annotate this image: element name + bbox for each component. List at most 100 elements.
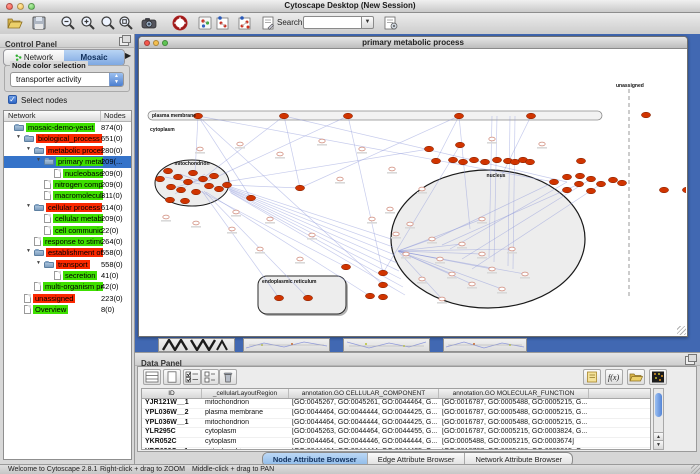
scrollbar-thumb[interactable] xyxy=(655,393,662,417)
tree-row[interactable]: ▼primary metabolic process209(... xyxy=(4,156,131,167)
network-node-small[interactable] xyxy=(459,242,465,246)
network-node-small[interactable] xyxy=(489,137,495,141)
network-node-small[interactable] xyxy=(163,215,169,219)
network-node-small[interactable] xyxy=(449,272,455,276)
open-file-icon[interactable] xyxy=(7,15,25,32)
tree-row-label[interactable]: multi-organism process xyxy=(43,282,103,291)
network-node[interactable] xyxy=(343,113,352,119)
network-node[interactable] xyxy=(562,174,571,180)
attribute-table-header[interactable]: ID_cellularLayoutRegionannotation.GO CEL… xyxy=(142,389,650,399)
create-attribute-icon[interactable] xyxy=(163,369,181,385)
network-node[interactable] xyxy=(575,173,584,179)
network-node-small[interactable] xyxy=(359,147,365,151)
vizmapper-icon[interactable] xyxy=(197,15,215,32)
network-node[interactable] xyxy=(176,187,185,193)
table-row[interactable]: YDR039C__1mitochondrion[GO:0044464, GO:0… xyxy=(142,448,650,450)
network-node[interactable] xyxy=(378,282,387,288)
network-node-small[interactable] xyxy=(489,267,495,271)
network-node[interactable] xyxy=(608,177,617,183)
save-session-icon[interactable] xyxy=(31,15,49,32)
network-node[interactable] xyxy=(222,182,231,188)
background-window-edge[interactable] xyxy=(443,338,527,352)
table-column-header[interactable]: ID xyxy=(142,389,202,398)
import-attributes-icon[interactable] xyxy=(627,369,645,385)
network-node[interactable] xyxy=(562,187,571,193)
tree-row-label[interactable]: transport xyxy=(56,260,90,269)
network-node[interactable] xyxy=(274,295,283,301)
network-node[interactable] xyxy=(525,159,534,165)
network-node[interactable] xyxy=(180,198,189,204)
tree-row[interactable]: response to stimulus264(0) xyxy=(4,236,131,247)
network-node[interactable] xyxy=(424,146,433,152)
tree-row[interactable]: multi-organism process42(0) xyxy=(4,281,131,292)
network-node[interactable] xyxy=(214,186,223,192)
tree-row-label[interactable]: cellular process xyxy=(46,203,102,212)
zoom-selected-region-icon[interactable] xyxy=(100,15,118,32)
network-node[interactable] xyxy=(365,293,374,299)
scroll-down-icon[interactable]: ▼ xyxy=(654,440,663,449)
tree-row[interactable]: nucleobase-containing compound209(0) xyxy=(4,168,131,179)
zoom-fit-icon[interactable] xyxy=(118,15,136,32)
network-node[interactable] xyxy=(204,183,213,189)
table-row[interactable]: YKR052Ccytoplasm[GO:0044464, GO:0044446,… xyxy=(142,438,650,448)
tree-row-label[interactable]: response to stimulus xyxy=(43,237,103,246)
network-node-small[interactable] xyxy=(509,247,515,251)
tree-row-label[interactable]: establishment of localization xyxy=(46,248,103,257)
tree-row[interactable]: ▼establishment of localization558(0) xyxy=(4,247,131,258)
network-node-small[interactable] xyxy=(539,142,545,146)
search-options-icon[interactable] xyxy=(383,15,401,32)
table-column-header[interactable]: _cellularLayoutRegion xyxy=(202,389,289,398)
network-node[interactable] xyxy=(279,113,288,119)
network-node-small[interactable] xyxy=(193,221,199,225)
network-node[interactable] xyxy=(163,168,172,174)
expand-arrow-icon[interactable]: ▼ xyxy=(26,248,31,254)
network-node-small[interactable] xyxy=(319,139,325,143)
network-node[interactable] xyxy=(454,113,463,119)
select-attributes-icon[interactable] xyxy=(143,369,161,385)
network-node[interactable] xyxy=(586,188,595,194)
network-node-small[interactable] xyxy=(277,152,283,156)
network-node[interactable] xyxy=(641,112,650,118)
tree-row[interactable]: ▼transport558(0) xyxy=(4,259,131,270)
zoom-out-icon[interactable] xyxy=(60,15,78,32)
tree-row[interactable]: cellular metabolic process209(0) xyxy=(4,213,131,224)
network-node[interactable] xyxy=(469,157,478,163)
network-node-small[interactable] xyxy=(297,257,303,261)
expand-arrow-icon[interactable]: ▼ xyxy=(36,157,41,163)
float-panel-icon[interactable] xyxy=(119,37,129,46)
help-icon[interactable] xyxy=(172,15,190,32)
network-node[interactable] xyxy=(682,187,686,193)
window-resize-grip[interactable] xyxy=(677,326,686,335)
network-window-titlebar[interactable]: primary metabolic process xyxy=(139,37,687,49)
network-node-small[interactable] xyxy=(499,287,505,291)
tree-row-label[interactable]: macromolecule metabolic xyxy=(53,191,103,200)
network-node-small[interactable] xyxy=(469,282,475,286)
network-node[interactable] xyxy=(480,159,489,165)
background-window-edge[interactable] xyxy=(343,338,430,352)
select-nodes-checkbox[interactable]: ✓ xyxy=(8,95,17,104)
network-node-small[interactable] xyxy=(229,227,235,231)
attribute-table[interactable]: ID_cellularLayoutRegionannotation.GO CEL… xyxy=(141,388,651,450)
tree-row-label[interactable]: cellular metabolic process xyxy=(53,214,103,223)
tree-row-label[interactable]: nitrogen compound metabolic xyxy=(53,180,103,189)
network-node-small[interactable] xyxy=(429,237,435,241)
table-scrollbar[interactable]: ▲ ▼ xyxy=(653,388,664,450)
network-node[interactable] xyxy=(295,185,304,191)
network-node[interactable] xyxy=(155,176,164,182)
expand-arrow-icon[interactable]: ▼ xyxy=(36,260,41,266)
table-column-header[interactable]: annotation.GO CELLULAR_COMPONENT xyxy=(289,389,439,398)
network-node[interactable] xyxy=(191,189,200,195)
network-node-small[interactable] xyxy=(403,252,409,256)
network-node[interactable] xyxy=(341,264,350,270)
network-graph[interactable]: plasma membranecytoplasmmitochondrionnuc… xyxy=(140,49,686,336)
expand-arrow-icon[interactable]: ▼ xyxy=(16,134,21,140)
network-node-small[interactable] xyxy=(233,210,239,214)
tree-row[interactable]: ▼metabolic process280(0) xyxy=(4,145,131,156)
annotation-icon[interactable] xyxy=(260,15,278,32)
network-node[interactable] xyxy=(458,159,467,165)
network-node-small[interactable] xyxy=(389,167,395,171)
network-node-small[interactable] xyxy=(479,252,485,256)
network-node-small[interactable] xyxy=(419,187,425,191)
network-node[interactable] xyxy=(165,197,174,203)
network-node[interactable] xyxy=(198,176,207,182)
